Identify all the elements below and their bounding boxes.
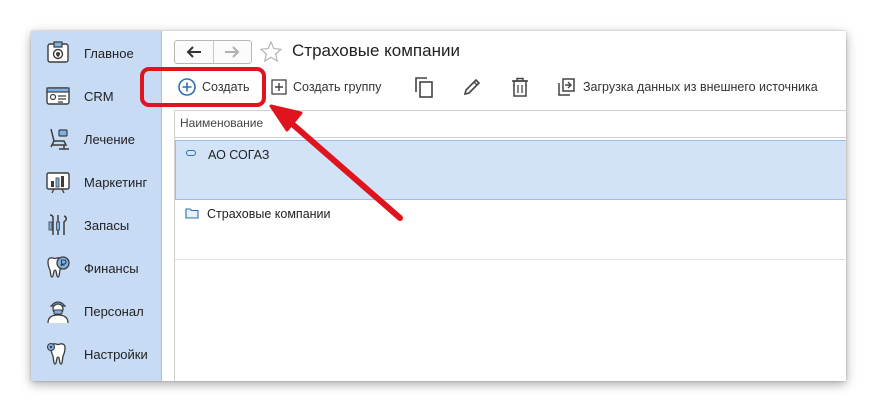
edit-button[interactable] bbox=[462, 73, 482, 101]
load-external-label: Загрузка данных из внешнего источника bbox=[583, 80, 818, 94]
sidebar-item-label: Главное bbox=[84, 46, 134, 61]
sidebar-item-label: Запасы bbox=[84, 218, 130, 233]
star-outline-icon[interactable] bbox=[259, 40, 283, 64]
pencil-icon bbox=[463, 78, 481, 96]
sidebar: Главное CRM Лечение Маркетинг Запасы Фин… bbox=[31, 31, 162, 381]
row-name: АО СОГАЗ bbox=[208, 148, 270, 162]
copy-button[interactable] bbox=[414, 73, 434, 101]
crm-card-icon bbox=[46, 87, 70, 105]
table-row[interactable]: Страховые компании bbox=[175, 199, 846, 260]
sidebar-item-stock[interactable]: Запасы bbox=[31, 207, 161, 243]
sidebar-item-label: CRM bbox=[84, 89, 114, 104]
page-title: Страховые компании bbox=[292, 41, 460, 60]
dental-chair-icon bbox=[50, 128, 69, 150]
sidebar-item-crm[interactable]: CRM bbox=[31, 78, 161, 114]
table-row[interactable]: АО СОГАЗ bbox=[175, 140, 846, 200]
sidebar-item-settings[interactable]: Настройки bbox=[31, 336, 161, 372]
app-window: Главное CRM Лечение Маркетинг Запасы Фин… bbox=[31, 31, 846, 381]
doctor-icon bbox=[47, 301, 69, 324]
tooth-coin-icon bbox=[47, 256, 70, 278]
delete-button[interactable] bbox=[511, 73, 529, 101]
sidebar-item-label: Лечение bbox=[84, 132, 136, 147]
arrow-right-icon bbox=[225, 46, 240, 58]
history-nav bbox=[174, 40, 252, 64]
item-dash-icon bbox=[186, 150, 196, 156]
plus-circle-icon bbox=[178, 78, 196, 96]
arrow-left-icon bbox=[186, 46, 201, 58]
back-button[interactable] bbox=[175, 41, 213, 63]
column-header-name[interactable]: Наименование bbox=[174, 110, 846, 138]
table-body: АО СОГАЗ Страховые компании bbox=[174, 137, 846, 381]
marketing-chart-icon bbox=[46, 172, 70, 194]
sidebar-item-finance[interactable]: Финансы bbox=[31, 250, 161, 286]
tooth-settings-icon bbox=[46, 342, 66, 365]
column-header-label: Наименование bbox=[180, 116, 264, 130]
toolbar: Создать Создать группу Загрузка данных и… bbox=[162, 73, 846, 101]
create-group-button[interactable]: Создать группу bbox=[271, 73, 381, 101]
row-name: Страховые компании bbox=[207, 207, 331, 221]
dental-tools-icon bbox=[48, 214, 67, 235]
sidebar-item-staff[interactable]: Персонал bbox=[31, 293, 161, 329]
sidebar-item-label: Настройки bbox=[84, 347, 148, 362]
create-group-label: Создать группу bbox=[293, 80, 382, 94]
sidebar-item-label: Маркетинг bbox=[84, 175, 148, 190]
sidebar-item-label: Персонал bbox=[84, 304, 144, 319]
home-icon bbox=[47, 41, 69, 63]
create-label: Создать bbox=[202, 80, 250, 94]
create-button[interactable]: Создать bbox=[178, 73, 250, 101]
trash-icon bbox=[512, 77, 528, 97]
sidebar-item-main[interactable]: Главное bbox=[31, 35, 161, 71]
copy-icon bbox=[415, 77, 433, 98]
folder-icon bbox=[185, 208, 199, 219]
sidebar-item-marketing[interactable]: Маркетинг bbox=[31, 164, 161, 200]
load-external-button[interactable]: Загрузка данных из внешнего источника bbox=[557, 73, 818, 101]
import-icon bbox=[558, 78, 575, 96]
main-panel: Страховые компании Создать Создать групп… bbox=[162, 31, 846, 381]
plus-square-icon bbox=[271, 79, 287, 95]
sidebar-item-treatment[interactable]: Лечение bbox=[31, 121, 161, 157]
sidebar-item-label: Финансы bbox=[84, 261, 139, 276]
forward-button[interactable] bbox=[212, 41, 252, 63]
